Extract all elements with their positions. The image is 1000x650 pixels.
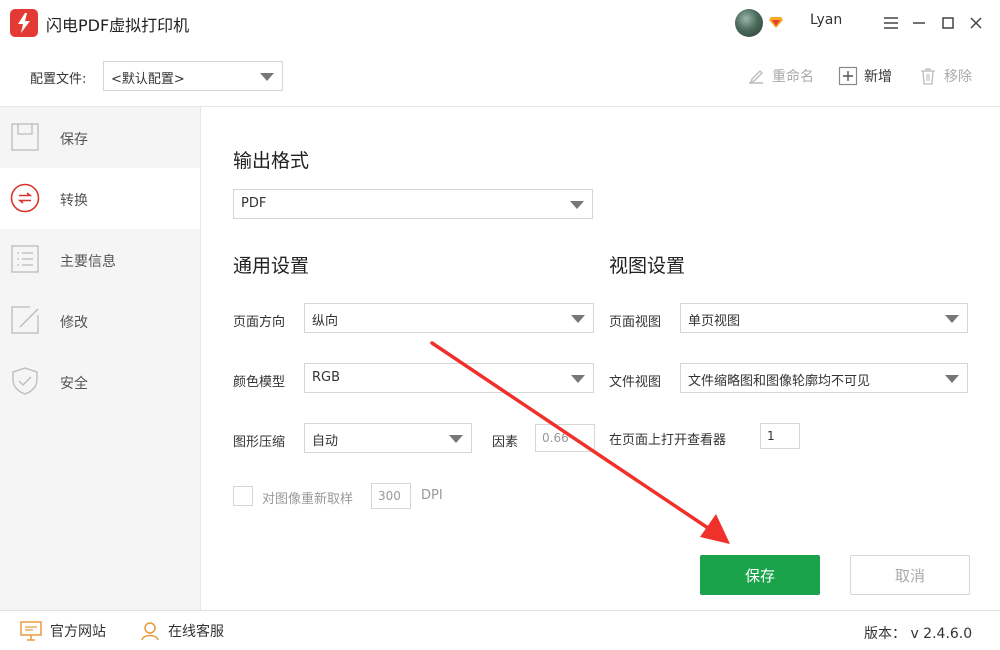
official-website-link[interactable]: 官方网站 <box>20 621 106 641</box>
page-view-value: 单页视图 <box>688 314 741 329</box>
new-label: 新增 <box>864 69 892 85</box>
sidebar: 保存 转换 主要信息 修改 安全 <box>0 107 200 611</box>
sidebar-item-label: 保存 <box>60 132 88 148</box>
factor-value: 0.66 <box>542 431 569 445</box>
online-support-link[interactable]: 在线客服 <box>140 621 224 641</box>
cancel-button[interactable]: 取消 <box>850 555 970 595</box>
minimize-icon[interactable] <box>908 12 930 34</box>
sidebar-item-convert[interactable]: 转换 <box>0 168 200 229</box>
footer: 官方网站 在线客服 版本： v 2.4.6.0 <box>0 611 1000 650</box>
document-view-label: 文件视图 <box>609 375 662 390</box>
app-title: 闪电PDF虚拟打印机 <box>46 16 190 35</box>
page-view-label: 页面视图 <box>609 315 662 330</box>
color-model-value: RGB <box>312 370 341 385</box>
sidebar-item-label: 主要信息 <box>60 254 116 270</box>
monitor-icon <box>20 621 42 641</box>
factor-label: 因素 <box>492 435 519 450</box>
rename-label: 重命名 <box>772 69 814 85</box>
output-format-select[interactable]: PDF <box>233 189 593 219</box>
chevron-down-icon <box>449 435 463 443</box>
save-icon <box>11 123 39 151</box>
open-viewer-label: 在页面上打开查看器 <box>609 433 727 448</box>
add-icon <box>838 66 858 86</box>
document-view-select[interactable]: 文件缩略图和图像轮廓均不可见 <box>680 363 968 393</box>
open-viewer-page-input[interactable]: 1 <box>760 423 800 449</box>
rename-icon <box>749 70 763 84</box>
menu-icon[interactable] <box>880 12 902 34</box>
shield-icon <box>12 367 38 395</box>
info-list-icon <box>11 245 39 273</box>
sidebar-item-edit[interactable]: 修改 <box>0 290 200 351</box>
save-button[interactable]: 保存 <box>700 555 820 595</box>
factor-input[interactable]: 0.66 <box>535 424 595 452</box>
edit-icon <box>11 306 39 334</box>
config-file-select[interactable]: <默认配置> <box>103 61 283 91</box>
chevron-down-icon <box>945 315 959 323</box>
config-file-label: 配置文件: <box>30 72 87 87</box>
page-view-select[interactable]: 单页视图 <box>680 303 968 333</box>
compression-value: 自动 <box>312 434 339 449</box>
app-logo-icon <box>10 9 38 37</box>
orientation-select[interactable]: 纵向 <box>304 303 594 333</box>
user-avatar[interactable] <box>735 9 763 37</box>
close-icon[interactable] <box>965 12 987 34</box>
output-format-value: PDF <box>241 196 267 211</box>
maximize-icon[interactable] <box>937 12 959 34</box>
general-settings-title: 通用设置 <box>233 255 310 277</box>
resample-dpi-value: 300 <box>378 489 401 503</box>
color-model-select[interactable]: RGB <box>304 363 594 393</box>
sidebar-item-label: 修改 <box>60 315 88 331</box>
trash-icon <box>921 68 935 85</box>
chevron-down-icon <box>570 201 584 209</box>
resample-dpi-input[interactable]: 300 <box>371 483 411 509</box>
chevron-down-icon <box>260 73 274 81</box>
add-config-button[interactable]: 新增 <box>838 64 892 88</box>
username[interactable]: Lyan <box>810 12 842 28</box>
rename-button[interactable]: 重命名 <box>746 64 814 88</box>
support-person-icon <box>141 622 159 641</box>
dpi-unit: DPI <box>421 488 443 503</box>
color-model-label: 颜色模型 <box>233 375 286 390</box>
chevron-down-icon <box>571 375 585 383</box>
online-support-label: 在线客服 <box>168 624 224 640</box>
resample-checkbox[interactable] <box>233 486 253 506</box>
sidebar-item-security[interactable]: 安全 <box>0 351 200 412</box>
document-view-value: 文件缩略图和图像轮廓均不可见 <box>688 374 871 389</box>
open-viewer-page-value: 1 <box>767 429 775 443</box>
remove-config-button[interactable]: 移除 <box>918 64 972 88</box>
version-text: 版本： v 2.4.6.0 <box>864 626 973 642</box>
chevron-down-icon <box>571 315 585 323</box>
compression-label: 图形压缩 <box>233 435 286 450</box>
sidebar-item-label: 安全 <box>60 376 88 392</box>
resample-label: 对图像重新取样 <box>262 492 354 507</box>
remove-label: 移除 <box>944 69 972 85</box>
vip-badge-icon <box>768 14 784 34</box>
config-file-value: <默认配置> <box>111 72 185 87</box>
compression-select[interactable]: 自动 <box>304 423 472 453</box>
sidebar-item-label: 转换 <box>60 193 88 209</box>
view-settings-title: 视图设置 <box>609 255 686 277</box>
output-format-title: 输出格式 <box>233 150 310 172</box>
divider <box>200 107 201 611</box>
sidebar-item-info[interactable]: 主要信息 <box>0 229 200 290</box>
convert-icon <box>10 183 40 213</box>
sidebar-item-save[interactable]: 保存 <box>0 107 200 168</box>
chevron-down-icon <box>945 375 959 383</box>
orientation-value: 纵向 <box>312 314 339 329</box>
orientation-label: 页面方向 <box>233 315 286 330</box>
official-website-label: 官方网站 <box>50 624 106 640</box>
